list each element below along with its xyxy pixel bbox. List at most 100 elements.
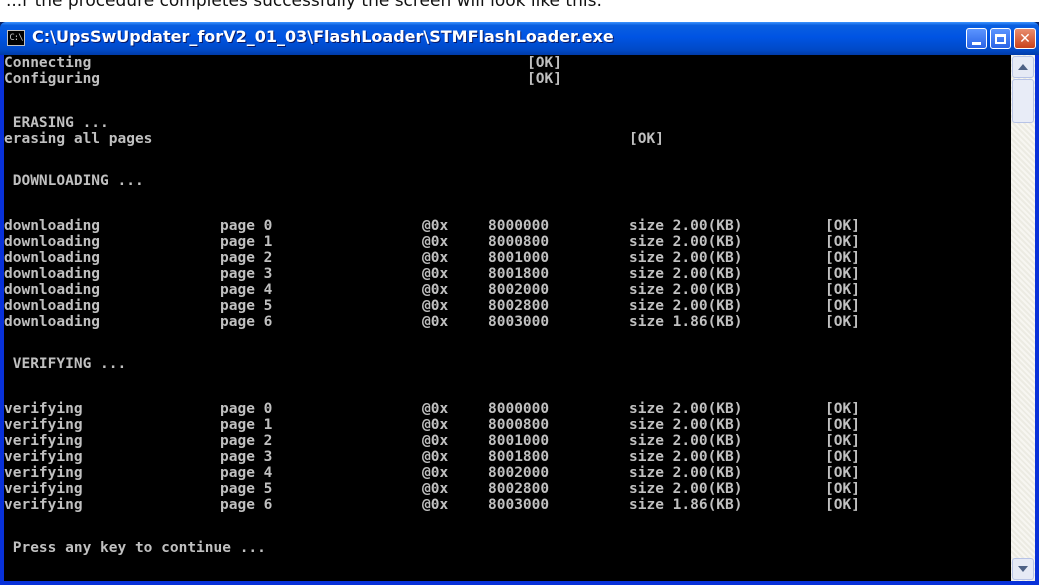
verify-row-at: @0x [422,449,449,465]
download-row-at: @0x [422,282,449,298]
download-row-action: downloading [4,298,101,314]
connecting-status: [OK] [527,55,562,71]
verify-row-address: 8003000 [488,497,550,513]
document-caption: ...r the procedure completes successfull… [0,0,1039,22]
scroll-down-arrow-icon [1018,566,1028,572]
download-row-size: size 2.00(KB) [629,298,743,314]
verify-row-address: 8002000 [488,465,550,481]
verify-row-at: @0x [422,401,449,417]
verify-row-action: verifying [4,449,83,465]
erasing-header-text: ERASING ... [4,115,109,131]
download-row-address: 8001800 [488,266,550,282]
verify-row-page: page 2 [220,433,273,449]
scrollbar-thumb[interactable] [1012,79,1034,123]
download-row-at: @0x [422,234,449,250]
download-row-page: page 0 [220,218,273,234]
verify-row-address: 8000000 [488,401,550,417]
download-row-address: 8003000 [488,314,550,330]
verify-row-address: 8000800 [488,417,550,433]
verify-row-page: page 5 [220,481,273,497]
download-row-status: [OK] [825,298,860,314]
scroll-up-arrow-icon [1018,64,1028,70]
download-row-page: page 2 [220,250,273,266]
verify-row-page: page 1 [220,417,273,433]
verify-row-at: @0x [422,497,449,513]
download-row-status: [OK] [825,218,860,234]
verify-row-at: @0x [422,433,449,449]
download-row-status: [OK] [825,250,860,266]
verify-row-action: verifying [4,401,83,417]
verify-row-page: page 0 [220,401,273,417]
console-line-connecting: Connecting [OK] [4,55,562,71]
verify-row-size: size 2.00(KB) [629,449,743,465]
download-row-page: page 6 [220,314,273,330]
verify-row-at: @0x [422,465,449,481]
console-window: C:\ C:\UpsSwUpdater_forV2_01_03\FlashLoa… [0,22,1039,585]
download-row-address: 8000000 [488,218,550,234]
verify-row-size: size 1.86(KB) [629,497,743,513]
download-row-address: 8002000 [488,282,550,298]
window-title: C:\UpsSwUpdater_forV2_01_03\FlashLoader\… [32,27,614,46]
connecting-label: Connecting [4,55,92,71]
download-row-action: downloading [4,250,101,266]
close-button[interactable]: ✕ [1014,28,1036,49]
verify-row-action: verifying [4,481,83,497]
minimize-button[interactable] [966,28,987,49]
maximize-icon [995,33,1006,44]
console-app-icon[interactable]: C:\ [7,30,25,46]
verify-row-status: [OK] [825,497,860,513]
download-row-page: page 4 [220,282,273,298]
download-row-at: @0x [422,298,449,314]
verifying-header-text: VERIFYING ... [4,356,127,372]
verify-row-size: size 2.00(KB) [629,481,743,497]
erasing-label: erasing all pages [4,131,153,147]
download-row-status: [OK] [825,282,860,298]
verify-row-action: verifying [4,417,83,433]
scrollbar-track[interactable] [1011,55,1035,581]
download-row-at: @0x [422,266,449,282]
verify-row-status: [OK] [825,401,860,417]
download-row-action: downloading [4,234,101,250]
erasing-header: ERASING ... [4,115,109,131]
download-row-page: page 1 [220,234,273,250]
verify-row-address: 8001800 [488,449,550,465]
download-row-address: 8001000 [488,250,550,266]
console-output[interactable]: Connecting [OK] Configuring [OK] ERASING… [4,55,1011,581]
verify-row-page: page 3 [220,449,273,465]
window-frame-right [1035,55,1039,585]
verify-row-size: size 2.00(KB) [629,465,743,481]
scroll-up-button[interactable] [1012,56,1034,78]
download-row-status: [OK] [825,234,860,250]
press-any-key-text: Press any key to continue ... [4,540,266,556]
configuring-status: [OK] [527,71,562,87]
console-line-configuring: Configuring [OK] [4,71,562,87]
download-row-size: size 2.00(KB) [629,250,743,266]
maximize-button[interactable] [990,28,1011,49]
download-row-address: 8000800 [488,234,550,250]
verify-row-status: [OK] [825,465,860,481]
verify-row-action: verifying [4,433,83,449]
vertical-scrollbar[interactable] [1011,55,1035,581]
download-row-action: downloading [4,218,101,234]
downloading-header-text: DOWNLOADING ... [4,173,144,189]
verify-row-size: size 2.00(KB) [629,417,743,433]
download-row-size: size 2.00(KB) [629,266,743,282]
configuring-label: Configuring [4,71,101,87]
download-row-at: @0x [422,314,449,330]
verify-row-page: page 6 [220,497,273,513]
download-row-status: [OK] [825,266,860,282]
download-row-size: size 1.86(KB) [629,314,743,330]
download-row-address: 8002800 [488,298,550,314]
verify-row-status: [OK] [825,433,860,449]
console-line-erasing: erasing all pages [OK] [4,131,664,147]
verify-row-status: [OK] [825,449,860,465]
verify-row-address: 8002800 [488,481,550,497]
download-row-size: size 2.00(KB) [629,218,743,234]
title-bar[interactable]: C:\ C:\UpsSwUpdater_forV2_01_03\FlashLoa… [0,22,1039,55]
download-row-page: page 5 [220,298,273,314]
scroll-down-button[interactable] [1012,558,1034,580]
download-row-action: downloading [4,314,101,330]
downloading-header: DOWNLOADING ... [4,173,144,189]
verify-row-status: [OK] [825,481,860,497]
verify-row-address: 8001000 [488,433,550,449]
